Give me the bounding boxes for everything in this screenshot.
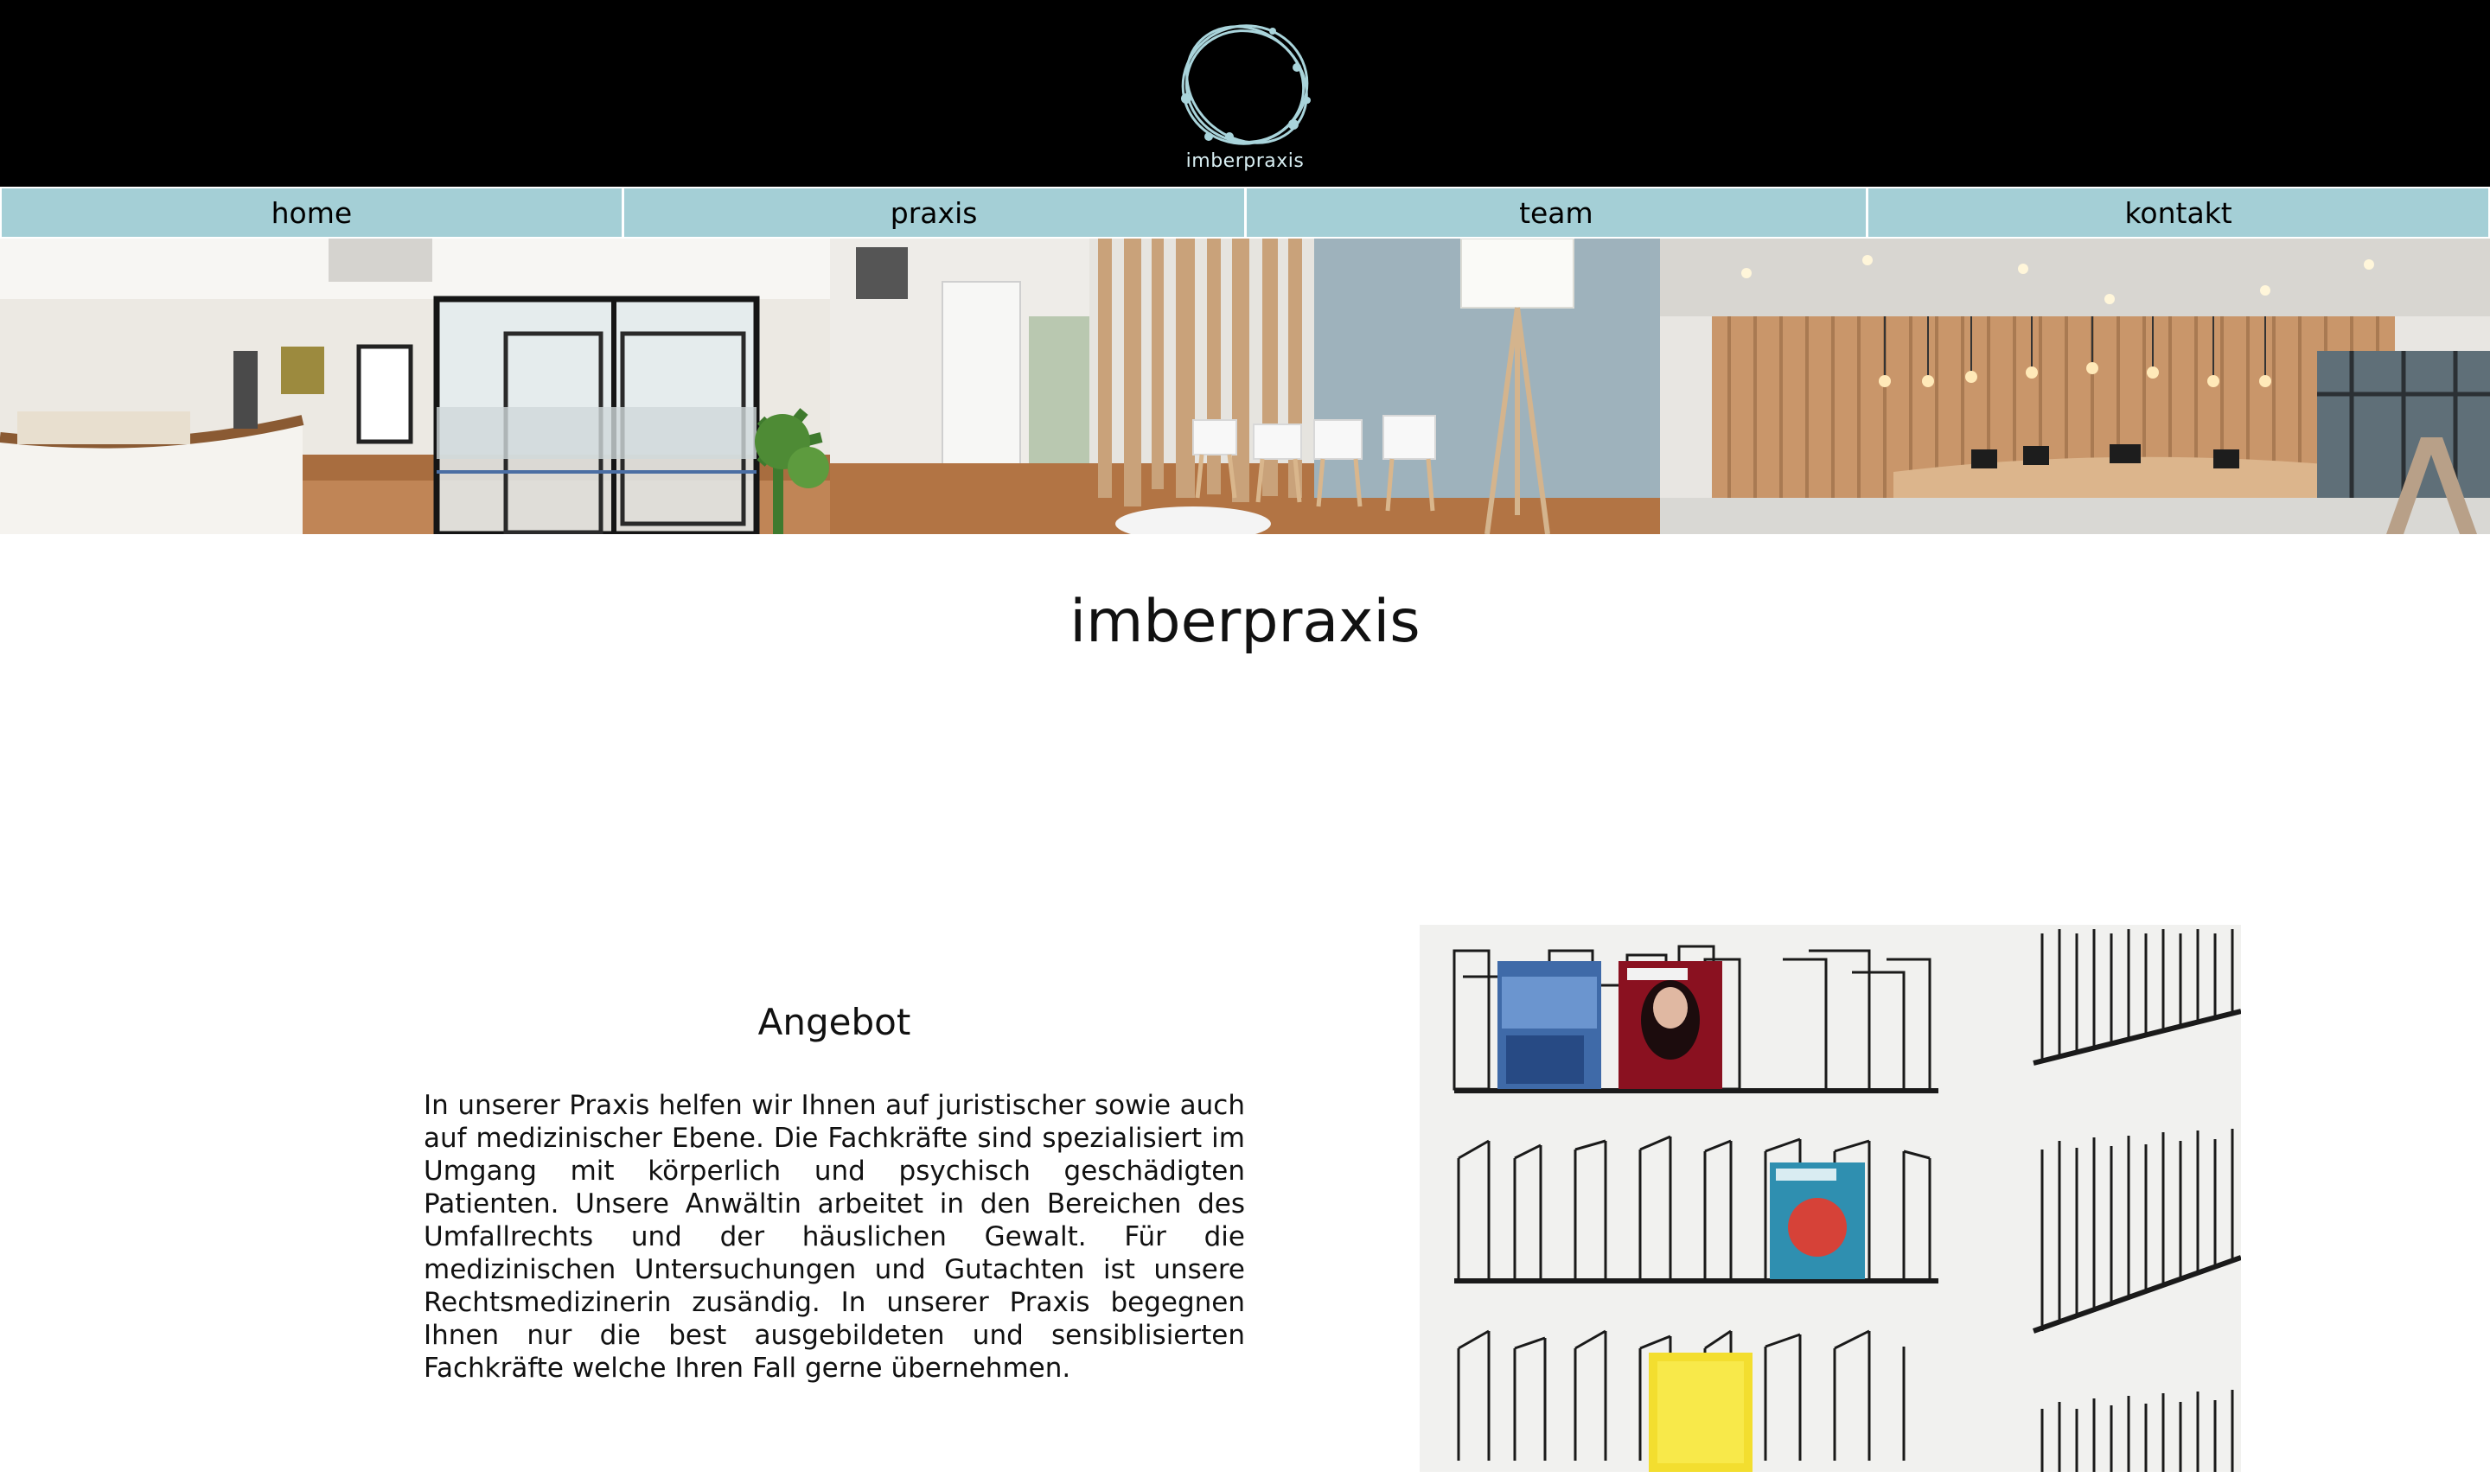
logo[interactable]: imberpraxis xyxy=(1159,16,1331,180)
section-heading: Angebot xyxy=(757,1001,911,1043)
logo-text: imberpraxis xyxy=(1185,150,1305,172)
nav-item-home[interactable]: home xyxy=(0,188,622,237)
magazine-rack-photo xyxy=(1420,925,2241,1472)
page-title: imberpraxis xyxy=(1069,588,1421,656)
reception-glass-office-photo xyxy=(0,239,830,534)
hero-banner xyxy=(0,239,2490,534)
main-navigation: home praxis team kontakt xyxy=(0,187,2490,239)
nav-item-kontakt[interactable]: kontakt xyxy=(1866,188,2490,237)
section-body-text: In unserer Praxis helfen wir Ihnen auf j… xyxy=(424,1090,1245,1384)
site-header: imberpraxis xyxy=(0,0,2490,187)
orbit-rings-logo-icon xyxy=(1181,24,1311,145)
waiting-room-chairs-photo xyxy=(830,239,1660,534)
nav-item-team[interactable]: team xyxy=(1243,188,1867,237)
nav-item-praxis[interactable]: praxis xyxy=(621,188,1244,237)
wooden-reception-desk-photo xyxy=(1660,239,2490,534)
